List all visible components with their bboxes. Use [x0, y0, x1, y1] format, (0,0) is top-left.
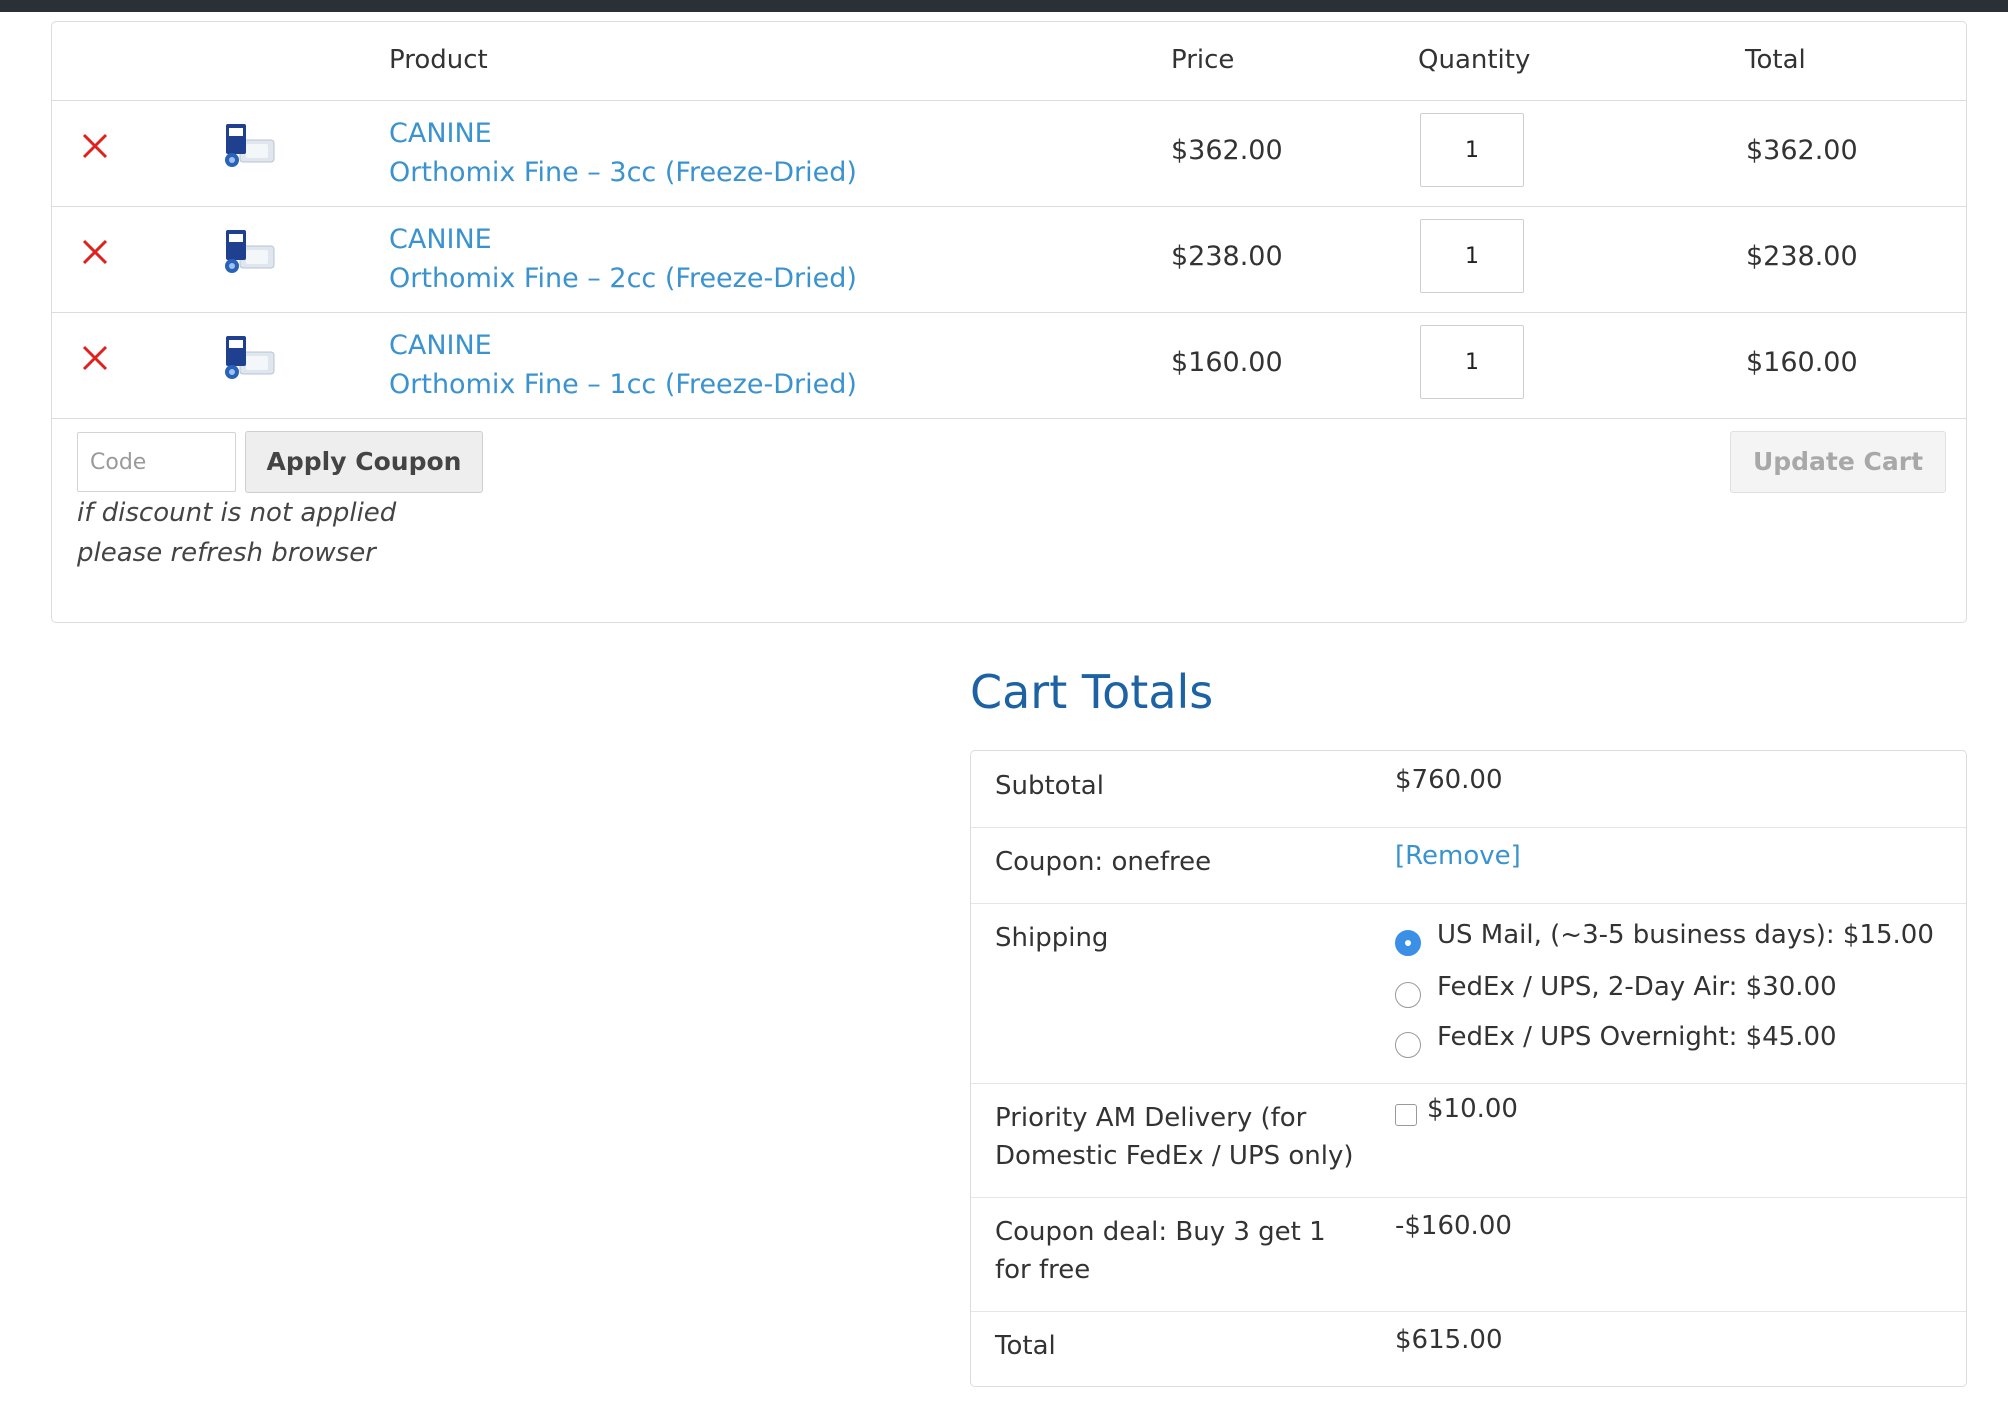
product-name: Orthomix Fine – 3cc (Freeze-Dried): [389, 157, 857, 188]
product-price: $238.00: [1171, 241, 1283, 272]
priority-label: Priority AM Delivery (for Domestic FedEx…: [995, 1099, 1354, 1175]
coupon-deal-label: Coupon deal: Buy 3 get 1 for free: [995, 1213, 1326, 1289]
coupon-deal-value: -$160.00: [1395, 1211, 1512, 1241]
subtotal-row: Subtotal $760.00: [971, 751, 1966, 828]
quantity-input[interactable]: [1420, 113, 1524, 187]
priority-checkbox[interactable]: [1395, 1104, 1417, 1126]
product-category: CANINE: [389, 330, 492, 361]
coupon-deal-row: Coupon deal: Buy 3 get 1 for free -$160.…: [971, 1197, 1966, 1312]
product-category: CANINE: [389, 224, 492, 255]
coupon-note: if discount is not applied please refres…: [77, 493, 396, 573]
table-row: CANINE Orthomix Fine – 1cc (Freeze-Dried…: [52, 312, 1966, 419]
table-row: CANINE Orthomix Fine – 2cc (Freeze-Dried…: [52, 206, 1966, 313]
quantity-input[interactable]: [1420, 219, 1524, 293]
product-thumbnail[interactable]: [220, 122, 278, 172]
shipping-option-label[interactable]: US Mail, (~3-5 business days): $15.00: [1437, 920, 1934, 950]
coupon-deal-label-line: Coupon deal: Buy 3 get 1: [995, 1217, 1326, 1247]
subtotal-value: $760.00: [1395, 765, 1503, 795]
cart-totals-heading: Cart Totals: [970, 665, 1214, 719]
subtotal-label: Subtotal: [995, 771, 1104, 801]
shipping-option-label[interactable]: FedEx / UPS Overnight: $45.00: [1437, 1022, 1837, 1052]
cart-table: Product Price Quantity Total CANINE Orth…: [51, 21, 1967, 623]
header-product: Product: [389, 45, 488, 75]
remove-item-icon[interactable]: [80, 237, 110, 267]
coupon-note-line: if discount is not applied: [77, 498, 397, 528]
shipping-label: Shipping: [995, 923, 1109, 953]
header-price: Price: [1171, 45, 1235, 75]
line-total: $160.00: [1746, 347, 1858, 378]
shipping-radio-2day[interactable]: [1395, 982, 1421, 1008]
priority-label-line: Domestic FedEx / UPS only): [995, 1141, 1354, 1171]
product-category: CANINE: [389, 118, 492, 149]
product-price: $362.00: [1171, 135, 1283, 166]
quantity-input[interactable]: [1420, 325, 1524, 399]
coupon-label: Coupon: onefree: [995, 847, 1212, 877]
product-name: Orthomix Fine – 1cc (Freeze-Dried): [389, 369, 857, 400]
priority-value[interactable]: $10.00: [1427, 1094, 1518, 1124]
table-row: CANINE Orthomix Fine – 3cc (Freeze-Dried…: [52, 100, 1966, 207]
product-price: $160.00: [1171, 347, 1283, 378]
total-label: Total: [995, 1331, 1056, 1361]
update-cart-button[interactable]: Update Cart: [1730, 431, 1946, 493]
top-bar: [0, 0, 2008, 12]
remove-item-icon[interactable]: [80, 343, 110, 373]
total-value: $615.00: [1395, 1325, 1503, 1355]
line-total: $362.00: [1746, 135, 1858, 166]
shipping-row: Shipping US Mail, (~3-5 business days): …: [971, 903, 1966, 1084]
shipping-option-label[interactable]: FedEx / UPS, 2-Day Air: $30.00: [1437, 972, 1837, 1002]
remove-item-icon[interactable]: [80, 131, 110, 161]
cart-table-header: Product Price Quantity Total: [52, 22, 1966, 101]
product-link[interactable]: CANINE Orthomix Fine – 2cc (Freeze-Dried…: [389, 220, 857, 298]
coupon-code-input[interactable]: [77, 432, 236, 492]
product-link[interactable]: CANINE Orthomix Fine – 1cc (Freeze-Dried…: [389, 326, 857, 404]
header-total: Total: [1745, 45, 1806, 75]
header-quantity: Quantity: [1418, 45, 1531, 75]
coupon-deal-label-line: for free: [995, 1255, 1091, 1285]
product-thumbnail[interactable]: [220, 228, 278, 278]
coupon-row: Coupon: onefree [Remove]: [971, 827, 1966, 904]
priority-label-line: Priority AM Delivery (for: [995, 1103, 1307, 1133]
shipping-radio-us-mail[interactable]: [1395, 930, 1421, 956]
total-row: Total $615.00: [971, 1311, 1966, 1386]
shipping-radio-overnight[interactable]: [1395, 1032, 1421, 1058]
remove-coupon-link[interactable]: [Remove]: [1395, 837, 1521, 875]
product-name: Orthomix Fine – 2cc (Freeze-Dried): [389, 263, 857, 294]
cart-totals-table: Subtotal $760.00 Coupon: onefree [Remove…: [970, 750, 1967, 1387]
coupon-note-line: please refresh browser: [77, 538, 376, 568]
apply-coupon-button[interactable]: Apply Coupon: [245, 431, 483, 493]
product-link[interactable]: CANINE Orthomix Fine – 3cc (Freeze-Dried…: [389, 114, 857, 192]
product-thumbnail[interactable]: [220, 334, 278, 384]
line-total: $238.00: [1746, 241, 1858, 272]
